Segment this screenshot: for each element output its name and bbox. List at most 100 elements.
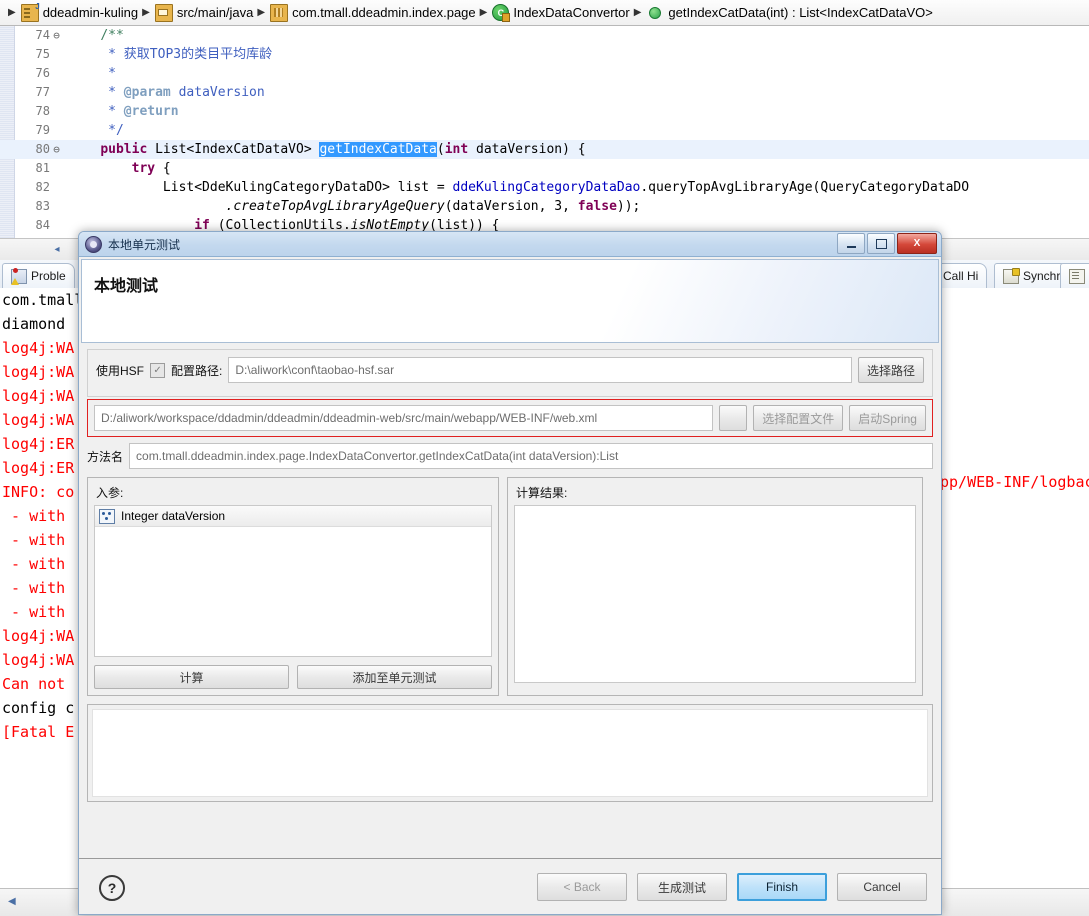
code-line: 79 */ (0, 121, 1089, 140)
breadcrumb-label-method: getIndexCatData(int) : List<IndexCatData… (668, 5, 932, 20)
breadcrumb-label-class: IndexDataConvertor (513, 5, 629, 20)
calculate-button[interactable]: 计算 (94, 665, 289, 689)
result-output-area[interactable] (514, 505, 916, 683)
code-text: .createTopAvgLibraryAgeQuery(dataVersion… (63, 197, 640, 216)
line-number: 83 (14, 197, 50, 216)
choose-config-file-button[interactable]: 选择配置文件 (753, 405, 843, 431)
line-number: 75 (14, 45, 50, 64)
cancel-button[interactable]: Cancel (837, 873, 927, 901)
dialog-header-title: 本地测试 (94, 272, 158, 296)
fold-toggle-icon[interactable]: ⊖ (50, 26, 63, 45)
close-button[interactable]: X (897, 233, 937, 254)
code-text: List<DdeKulingCategoryDataDO> list = dde… (63, 178, 969, 197)
code-text: * (63, 64, 116, 83)
line-number: 82 (14, 178, 50, 197)
config-path-label: 配置路径: (171, 362, 222, 379)
result-panel-title: 计算结果: (516, 484, 916, 501)
window-controls: X (837, 233, 937, 254)
bottom-output-area[interactable] (92, 709, 928, 797)
help-icon[interactable]: ? (99, 875, 125, 901)
breadcrumb-separator: ▶ (8, 7, 16, 18)
input-params-list[interactable]: Integer dataVersion (94, 505, 492, 657)
footer-buttons: < Back 生成测试 Finish Cancel (537, 873, 927, 901)
breadcrumb-separator: ▶ (257, 7, 265, 18)
method-icon (649, 7, 661, 19)
package-icon (270, 4, 288, 22)
back-button[interactable]: < Back (537, 873, 627, 901)
method-name-row: 方法名 com.tmall.ddeadmin.index.page.IndexD… (87, 443, 933, 469)
method-name-label: 方法名 (87, 448, 123, 465)
code-text: */ (63, 121, 124, 140)
minimize-button[interactable] (837, 233, 865, 254)
console-output-right[interactable]: pp/WEB-INF/logbac (940, 288, 1089, 888)
use-hsf-checkbox[interactable]: ✓ (150, 363, 165, 378)
line-number: 79 (14, 121, 50, 140)
tab-call-hierarchy[interactable]: Call Hi (934, 263, 987, 288)
breadcrumb-label-package: com.tmall.ddeadmin.index.page (292, 5, 476, 20)
line-number: 74 (14, 26, 50, 45)
tab-problems-label: Proble (31, 269, 66, 283)
code-line: 74⊖ /** (0, 26, 1089, 45)
dialog-header-banner: 本地测试 (81, 259, 939, 343)
dialog-body: 使用HSF ✓ 配置路径: D:\aliwork\conf\taobao-hsf… (87, 349, 933, 696)
line-number: 77 (14, 83, 50, 102)
param-label: Integer dataVersion (121, 509, 225, 523)
code-line: 82 List<DdeKulingCategoryDataDO> list = … (0, 178, 1089, 197)
tab-problems[interactable]: Proble (2, 263, 75, 288)
scroll-left-arrow-icon[interactable]: ◂ (50, 243, 64, 257)
code-editor[interactable]: 74⊖ /**75 * 获取TOP3的类目平均库龄76 *77 * @param… (0, 26, 1089, 238)
hsf-config-path-input[interactable]: D:\aliwork\conf\taobao-hsf.sar (228, 357, 852, 383)
code-line: 81 try { (0, 159, 1089, 178)
fold-toggle-icon[interactable]: ⊖ (50, 140, 63, 159)
hsf-settings-group: 使用HSF ✓ 配置路径: D:\aliwork\conf\taobao-hsf… (87, 349, 933, 397)
dialog-title: 本地单元测试 (108, 236, 180, 253)
code-text: * @param dataVersion (63, 83, 265, 102)
scroll-left-arrow-icon[interactable]: ◀ (8, 896, 16, 907)
breadcrumb-label-project: ddeadmin-kuling (43, 5, 138, 20)
test-dialog-icon (85, 236, 102, 253)
breadcrumb-separator: ▶ (142, 7, 150, 18)
console-line-fragment: pp/WEB-INF/logbac (940, 470, 1089, 494)
breadcrumb-item-package[interactable]: com.tmall.ddeadmin.index.page (270, 4, 476, 22)
input-params-title: 入参: (96, 484, 492, 501)
spring-config-highlight-box: D:/aliwork/workspace/ddadmin/ddeadmin/dd… (87, 399, 933, 437)
generate-test-button[interactable]: 生成测试 (637, 873, 727, 901)
breadcrumb-separator: ▶ (634, 7, 642, 18)
breadcrumb-item-method[interactable]: getIndexCatData(int) : List<IndexCatData… (646, 5, 932, 20)
finish-button[interactable]: Finish (737, 873, 827, 901)
code-line: 83 .createTopAvgLibraryAgeQuery(dataVers… (0, 197, 1089, 216)
panels-row: 入参: Integer dataVersion 计算 添加至单元测试 计算结果: (87, 477, 933, 696)
config-extra-button[interactable] (719, 405, 747, 431)
use-hsf-label: 使用HSF (96, 362, 144, 379)
line-number: 76 (14, 64, 50, 83)
code-text: try { (63, 159, 171, 178)
synchronize-view-icon (1003, 269, 1019, 284)
start-spring-button[interactable]: 启动Spring (849, 405, 926, 431)
line-number: 81 (14, 159, 50, 178)
local-unit-test-dialog: 本地单元测试 X 本地测试 使用HSF ✓ 配置路径: D:\aliwork\c… (78, 231, 942, 915)
code-line: 75 * 获取TOP3的类目平均库龄 (0, 45, 1089, 64)
choose-path-button[interactable]: 选择路径 (858, 357, 924, 383)
list-item[interactable]: Integer dataVersion (95, 506, 491, 527)
breadcrumb-item-project[interactable]: J ddeadmin-kuling (21, 4, 138, 22)
method-name-input[interactable]: com.tmall.ddeadmin.index.page.IndexDataC… (129, 443, 933, 469)
breadcrumb-item-class[interactable]: C IndexDataConvertor (492, 4, 629, 21)
code-line: 77 * @param dataVersion (0, 83, 1089, 102)
breadcrumb: ▶ J ddeadmin-kuling ▶ src/main/java ▶ co… (0, 0, 1089, 26)
spring-config-file-input[interactable]: D:/aliwork/workspace/ddadmin/ddeadmin/dd… (94, 405, 713, 431)
code-text: public List<IndexCatDataVO> getIndexCatD… (63, 140, 586, 159)
problems-view-icon (11, 269, 27, 284)
tab-synchronize[interactable]: Synchr (994, 263, 1069, 288)
tab-synchronize-label: Synchr (1023, 269, 1060, 283)
code-line: 80⊖ public List<IndexCatDataVO> getIndex… (0, 140, 1089, 159)
spring-config-row: D:/aliwork/workspace/ddadmin/ddeadmin/dd… (94, 405, 926, 431)
tab-history[interactable]: Hi (1060, 263, 1089, 288)
source-folder-icon (155, 4, 173, 22)
dialog-title-bar[interactable]: 本地单元测试 X (79, 232, 941, 257)
code-text: * @return (63, 102, 179, 121)
breadcrumb-item-source-folder[interactable]: src/main/java (155, 4, 254, 22)
add-to-unit-test-button[interactable]: 添加至单元测试 (297, 665, 492, 689)
class-icon: C (492, 4, 509, 21)
history-view-icon (1069, 269, 1085, 284)
maximize-button[interactable] (867, 233, 895, 254)
